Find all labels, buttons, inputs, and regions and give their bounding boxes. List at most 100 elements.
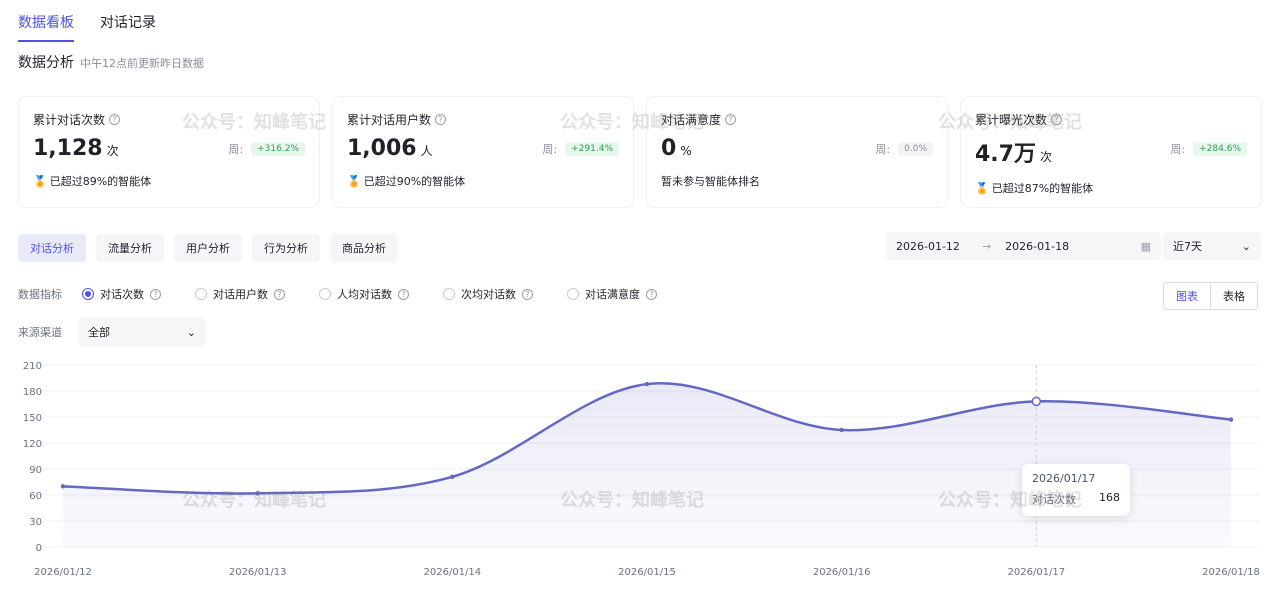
tooltip-series: 对话次数 xyxy=(1032,493,1076,506)
source-select[interactable]: 全部 ⌄ xyxy=(78,318,206,346)
card-unit: 次 xyxy=(1039,150,1052,164)
stat-card-total-users: 累计对话用户数? 1,006 人 周: +291.4% 🏅 已超过90%的智能体 xyxy=(332,96,634,208)
date-start: 2026-01-12 xyxy=(896,239,960,253)
help-icon[interactable]: ? xyxy=(1051,114,1063,125)
tab-product-analysis[interactable]: 商品分析 xyxy=(330,234,398,262)
week-label: 周: xyxy=(228,143,244,156)
card-label: 累计曝光次数 xyxy=(975,113,1048,127)
metric-option-per-chat[interactable]: 次均对话数? xyxy=(443,286,533,302)
rank-text: 已超过89%的智能体 xyxy=(49,175,152,188)
data-point xyxy=(644,381,650,387)
stat-card-total-chats: 累计对话次数? 1,128 次 周: +316.2% 🏅 已超过89%的智能体 xyxy=(18,96,320,208)
x-tick-label: 2026/01/16 xyxy=(813,567,871,578)
section-header: 数据分析 中午12点前更新昨日数据 xyxy=(18,52,204,72)
analysis-tabs: 对话分析 流量分析 用户分析 行为分析 商品分析 xyxy=(18,234,398,262)
chevron-down-icon: ⌄ xyxy=(1241,239,1251,253)
stat-card-exposures: 累计曝光次数? 4.7万次 周: +284.6% 🏅 已超过87%的智能体 xyxy=(960,96,1262,208)
change-badge: +284.6% xyxy=(1193,142,1247,156)
week-label: 周: xyxy=(875,143,891,156)
radio-icon xyxy=(195,288,207,300)
metric-option-per-user[interactable]: 人均对话数? xyxy=(319,286,409,302)
metric-option-chats[interactable]: 对话次数? xyxy=(82,286,161,302)
period-value: 近7天 xyxy=(1173,240,1202,253)
top-tabs: 数据看板 对话记录 xyxy=(18,12,156,42)
period-select[interactable]: 近7天 ⌄ xyxy=(1163,232,1261,260)
card-unit: % xyxy=(680,144,692,158)
x-tick-label: 2026/01/15 xyxy=(618,567,676,578)
y-tick-label: 60 xyxy=(29,491,42,502)
x-tick-label: 2026/01/17 xyxy=(1008,567,1066,578)
help-icon[interactable]: ? xyxy=(274,288,285,300)
card-label: 累计对话用户数 xyxy=(347,113,432,127)
source-filter: 来源渠道 全部 ⌄ xyxy=(18,318,206,346)
y-tick-label: 120 xyxy=(23,439,42,450)
week-label: 周: xyxy=(1170,143,1186,156)
x-tick-label: 2026/01/12 xyxy=(34,567,92,578)
x-tick-label: 2026/01/13 xyxy=(229,567,287,578)
arrow-right-icon: → xyxy=(981,239,992,253)
section-subtitle: 中午12点前更新昨日数据 xyxy=(80,57,204,70)
tooltip-value: 168 xyxy=(1099,491,1120,504)
card-value: 1,128 xyxy=(33,136,103,161)
metric-selector: 数据指标 对话次数? 对话用户数? 人均对话数? 次均对话数? 对话满意度? xyxy=(18,286,691,302)
date-end: 2026-01-18 xyxy=(1005,239,1070,253)
data-point xyxy=(255,491,260,496)
metric-option-users[interactable]: 对话用户数? xyxy=(195,286,285,302)
help-icon[interactable]: ? xyxy=(150,288,161,300)
data-point xyxy=(839,427,844,433)
card-value: 0 xyxy=(661,136,677,161)
y-tick-label: 90 xyxy=(29,465,42,476)
card-unit: 次 xyxy=(106,144,119,158)
change-badge: +316.2% xyxy=(251,142,305,156)
data-point xyxy=(1031,396,1042,407)
tooltip-date: 2026/01/17 xyxy=(1032,472,1096,485)
stat-card-satisfaction: 对话满意度? 0% 周: 0.0% 暂未参与智能体排名 xyxy=(646,96,948,208)
y-tick-label: 210 xyxy=(23,361,42,372)
data-point xyxy=(1228,417,1234,422)
stat-cards: 累计对话次数? 1,128 次 周: +316.2% 🏅 已超过89%的智能体 累计对… xyxy=(18,96,1262,208)
tab-chat-analysis[interactable]: 对话分析 xyxy=(18,234,86,262)
data-point xyxy=(60,484,66,489)
medal-icon: 🏅 xyxy=(975,181,989,195)
view-chart-button[interactable]: 图表 xyxy=(1164,283,1211,309)
medal-icon: 🏅 xyxy=(33,174,47,188)
medal-icon: 🏅 xyxy=(347,174,361,188)
metric-label: 数据指标 xyxy=(18,288,62,301)
source-value: 全部 xyxy=(88,326,110,339)
tab-traffic-analysis[interactable]: 流量分析 xyxy=(96,234,164,262)
radio-icon xyxy=(82,288,94,300)
chart-tooltip: 2026/01/17 对话次数 168 xyxy=(1022,464,1130,516)
tab-behavior-analysis[interactable]: 行为分析 xyxy=(252,234,320,262)
tab-dashboard[interactable]: 数据看板 xyxy=(18,12,74,42)
card-value: 4.7万 xyxy=(975,142,1036,167)
change-badge: 0.0% xyxy=(898,142,933,156)
x-tick-label: 2026/01/18 xyxy=(1202,567,1260,578)
card-label: 累计对话次数 xyxy=(33,113,106,127)
help-icon[interactable]: ? xyxy=(646,288,657,300)
metric-option-satisfaction[interactable]: 对话满意度? xyxy=(567,286,657,302)
view-table-button[interactable]: 表格 xyxy=(1210,283,1257,309)
rank-text: 已超过87%的智能体 xyxy=(991,182,1094,195)
radio-icon xyxy=(319,288,331,300)
help-icon[interactable]: ? xyxy=(435,114,447,125)
radio-icon xyxy=(443,288,455,300)
tab-user-analysis[interactable]: 用户分析 xyxy=(174,234,242,262)
help-icon[interactable]: ? xyxy=(398,288,409,300)
tab-chat-records[interactable]: 对话记录 xyxy=(100,12,156,42)
card-label: 对话满意度 xyxy=(661,113,722,127)
rank-text: 已超过90%的智能体 xyxy=(363,175,466,188)
calendar-icon: ▦ xyxy=(1140,239,1151,253)
view-toggle: 图表 表格 xyxy=(1163,282,1258,310)
data-point xyxy=(450,474,455,479)
y-tick-label: 150 xyxy=(23,413,42,424)
help-icon[interactable]: ? xyxy=(725,114,737,125)
help-icon[interactable]: ? xyxy=(522,288,533,300)
date-range-picker[interactable]: 2026-01-12 → 2026-01-18 ▦ xyxy=(886,232,1161,260)
section-title: 数据分析 xyxy=(18,55,74,71)
y-tick-label: 30 xyxy=(29,517,42,528)
help-icon[interactable]: ? xyxy=(109,114,121,125)
week-label: 周: xyxy=(542,143,558,156)
source-label: 来源渠道 xyxy=(18,326,62,339)
y-tick-label: 180 xyxy=(23,387,42,398)
card-value: 1,006 xyxy=(347,136,417,161)
